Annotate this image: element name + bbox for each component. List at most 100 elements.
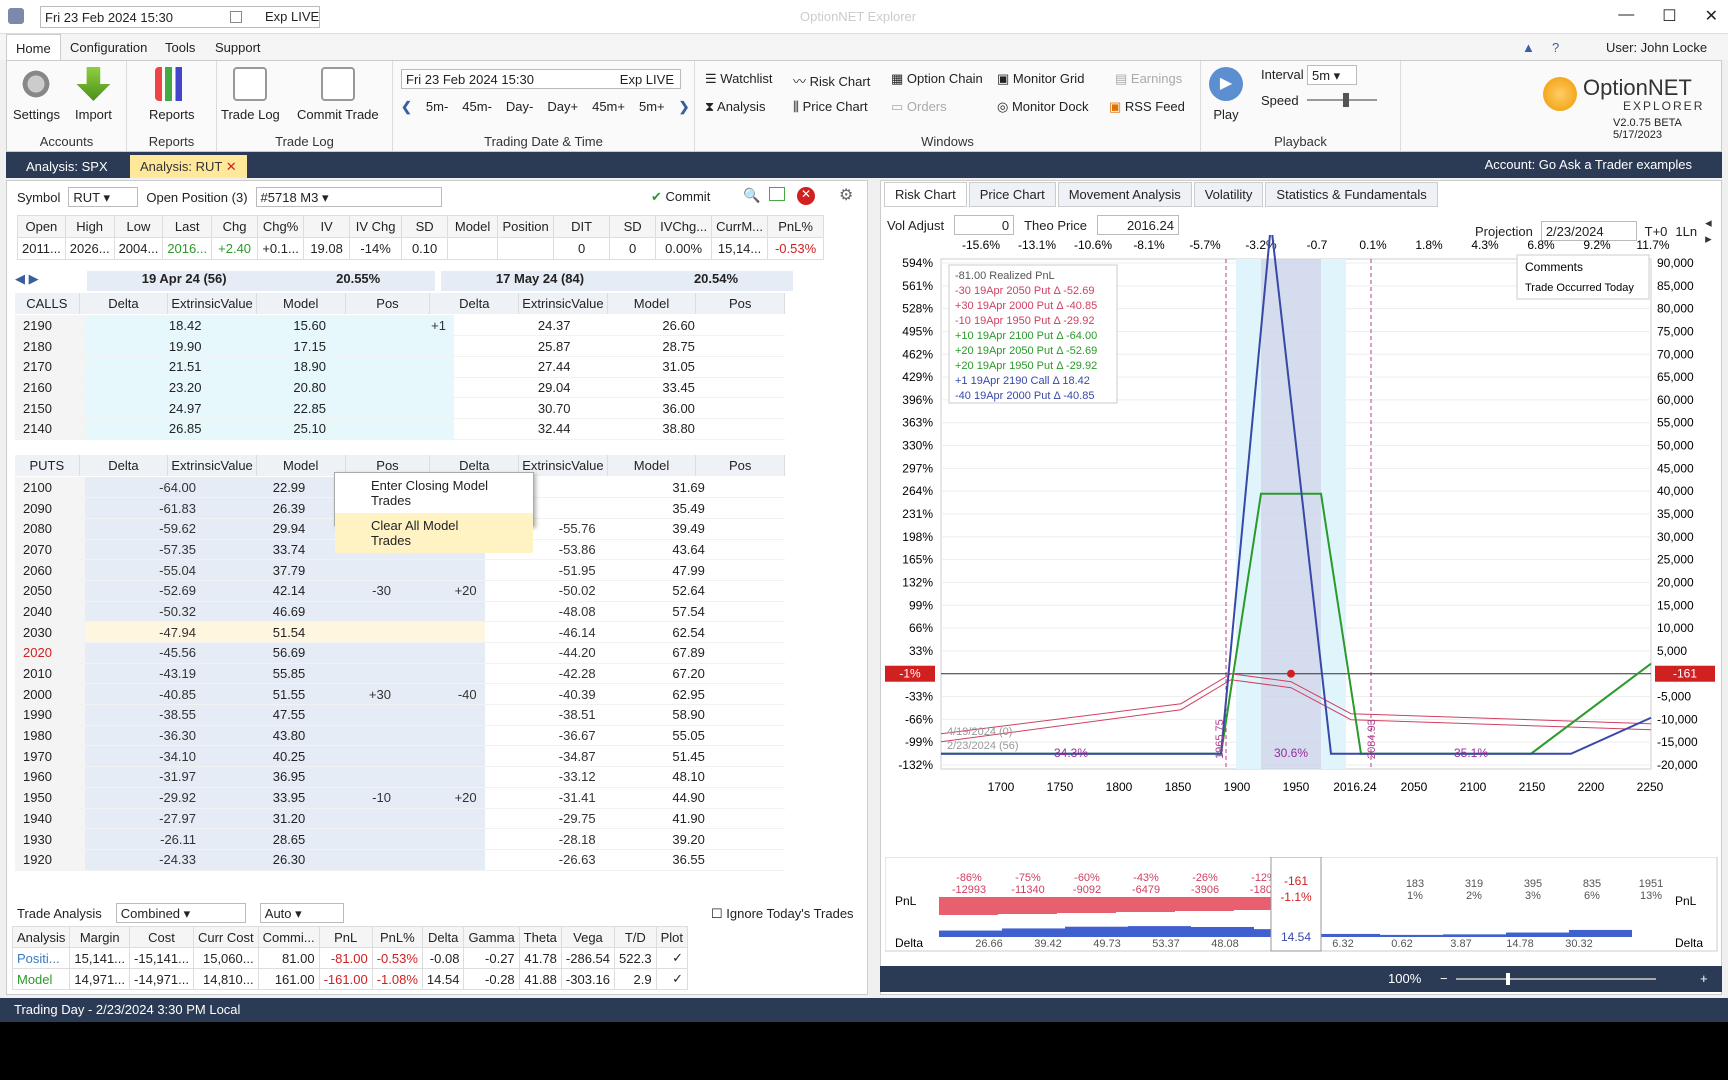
chain-cell[interactable]: [712, 704, 749, 726]
chain-cell[interactable]: -48.08: [484, 601, 604, 623]
strike-cell[interactable]: 1970: [15, 745, 85, 768]
strike-cell[interactable]: 2150: [15, 397, 85, 419]
chain-row[interactable]: 1970 -34.10 40.25 -34.87 51.45: [15, 745, 785, 768]
chain-cell[interactable]: 18.90: [209, 356, 334, 378]
chain-cell[interactable]: [743, 315, 785, 337]
chain-cell[interactable]: -31.41: [484, 787, 604, 809]
chain-cell[interactable]: [743, 356, 785, 378]
chain-cell[interactable]: 22.85: [209, 397, 334, 419]
chain-cell[interactable]: 18.42: [85, 315, 210, 337]
chain-cell[interactable]: -43.19: [85, 663, 205, 685]
chain-cell[interactable]: [398, 642, 485, 664]
chain-cell[interactable]: 21.51: [85, 356, 210, 378]
chain-cell[interactable]: -45.56: [85, 642, 205, 664]
tab-analysis-spx[interactable]: Analysis: SPX: [16, 155, 118, 178]
chain-row[interactable]: 1990 -38.55 47.55 -38.51 58.90: [15, 704, 785, 726]
chain-cell[interactable]: [712, 808, 749, 830]
chain-row[interactable]: 2010 -43.19 55.85 -42.28 67.20: [15, 663, 785, 685]
chain-cell[interactable]: [743, 397, 785, 419]
strike-cell[interactable]: 2000: [15, 683, 85, 706]
chain-cell[interactable]: 22.99: [204, 477, 314, 499]
chain-cell[interactable]: [743, 335, 785, 357]
chain-cell[interactable]: -59.62: [85, 518, 205, 540]
collapse-ribbon-icon[interactable]: ▲: [1522, 40, 1535, 55]
chain-cell[interactable]: 24.37: [453, 315, 579, 337]
chain-row[interactable]: 2040 -50.32 46.69 -48.08 57.54: [15, 601, 785, 623]
chain-cell[interactable]: 56.69: [204, 642, 314, 664]
chain-cell[interactable]: 36.00: [578, 397, 703, 419]
chain-cell[interactable]: 27.44: [453, 356, 579, 378]
chain-cell[interactable]: 19.90: [85, 335, 210, 357]
combined-select[interactable]: Combined ▾: [115, 903, 246, 923]
chain-cell[interactable]: [748, 518, 785, 540]
chain-cell[interactable]: +30: [313, 683, 399, 706]
strike-cell[interactable]: 2010: [15, 663, 85, 685]
chain-cell[interactable]: 28.65: [204, 828, 314, 850]
step-45m-plus[interactable]: 45m+: [592, 99, 625, 115]
chain-cell[interactable]: 62.95: [603, 683, 713, 706]
chain-cell[interactable]: [333, 356, 375, 378]
chain-cell[interactable]: +20: [398, 787, 485, 809]
chain-cell[interactable]: [398, 849, 485, 871]
chain-row[interactable]: 1930 -26.11 28.65 -28.18 39.20: [15, 828, 785, 850]
chain-cell[interactable]: [333, 335, 375, 357]
chain-cell[interactable]: [313, 725, 399, 747]
chain-cell[interactable]: [702, 397, 744, 419]
step-5m-minus[interactable]: 5m-: [426, 99, 448, 115]
chain-cell[interactable]: 32.44: [453, 418, 579, 440]
chain-cell[interactable]: 31.69: [603, 477, 713, 499]
analysis-cell[interactable]: ✓: [655, 947, 688, 969]
chain-cell[interactable]: 33.74: [204, 539, 314, 561]
settings-gear-icon[interactable]: ⚙: [839, 185, 853, 205]
chain-cell[interactable]: -33.12: [484, 766, 604, 788]
chain-cell[interactable]: -47.94: [85, 621, 205, 643]
chain-cell[interactable]: [333, 315, 375, 337]
chain-cell[interactable]: 35.49: [603, 497, 713, 519]
tab-price-chart[interactable]: Price Chart: [968, 182, 1056, 207]
chain-cell[interactable]: [748, 621, 785, 643]
watchlist-button[interactable]: ☰ Watchlist: [705, 71, 773, 87]
chain-cell[interactable]: 62.54: [603, 621, 713, 643]
auto-select[interactable]: Auto ▾: [259, 903, 344, 923]
strike-cell[interactable]: 1920: [15, 849, 85, 871]
step-forward-icon[interactable]: ❯: [679, 99, 690, 115]
option-chain-button[interactable]: ▦ Option Chain: [891, 71, 983, 87]
strike-cell[interactable]: 2040: [15, 601, 85, 623]
chain-cell[interactable]: [712, 539, 749, 561]
chain-cell[interactable]: -57.35: [85, 539, 205, 561]
chain-cell[interactable]: -34.87: [484, 745, 604, 768]
chain-cell[interactable]: [398, 808, 485, 830]
monitor-dock-button[interactable]: ◎ Monitor Dock: [997, 99, 1089, 115]
chain-cell[interactable]: -40.85: [85, 683, 205, 706]
minimize-button[interactable]: —: [1618, 6, 1634, 26]
risk-chart[interactable]: 594% 90,000 561% 85,000 528% 80,000 495% 75,000…: [881, 235, 1721, 855]
expiry-nav[interactable]: ◀ ▶: [15, 271, 77, 291]
step-back-icon[interactable]: ❮: [401, 99, 412, 115]
earnings-button[interactable]: ▤ Earnings: [1115, 71, 1182, 87]
chain-cell[interactable]: 25.87: [453, 335, 579, 357]
chain-cell[interactable]: 29.04: [453, 377, 579, 399]
zoom-out-button[interactable]: −: [1440, 971, 1448, 986]
chain-cell[interactable]: [743, 418, 785, 440]
strike-cell[interactable]: 2140: [15, 418, 85, 440]
chain-cell[interactable]: 43.80: [204, 725, 314, 747]
chain-cell[interactable]: 31.20: [204, 808, 314, 830]
analysis-row[interactable]: Model 14,971... -14,971... 14,810... 161.00-…: [11, 968, 688, 990]
strike-cell[interactable]: 2170: [15, 356, 85, 378]
strike-cell[interactable]: 2080: [15, 518, 85, 540]
chain-cell[interactable]: 47.99: [603, 559, 713, 581]
chain-row[interactable]: 2160 23.20 20.80 29.04 33.45: [15, 377, 785, 399]
search-icon[interactable]: 🔍: [743, 187, 760, 204]
orders-button[interactable]: ▭ Orders: [891, 99, 947, 115]
chain-cell[interactable]: 51.45: [603, 745, 713, 768]
chain-cell[interactable]: 51.55: [204, 683, 314, 706]
chain-cell[interactable]: 57.54: [603, 601, 713, 623]
strike-cell[interactable]: 1930: [15, 828, 85, 850]
help-icon[interactable]: ?: [1552, 40, 1559, 55]
chain-cell[interactable]: 47.55: [204, 704, 314, 726]
chain-cell[interactable]: -28.18: [484, 828, 604, 850]
trading-date-input[interactable]: Fri 23 Feb 2024 15:30 Exp LIVE: [401, 69, 681, 89]
chain-cell[interactable]: [313, 808, 399, 830]
chain-cell[interactable]: 26.60: [578, 315, 703, 337]
strike-cell[interactable]: 2060: [15, 559, 85, 581]
